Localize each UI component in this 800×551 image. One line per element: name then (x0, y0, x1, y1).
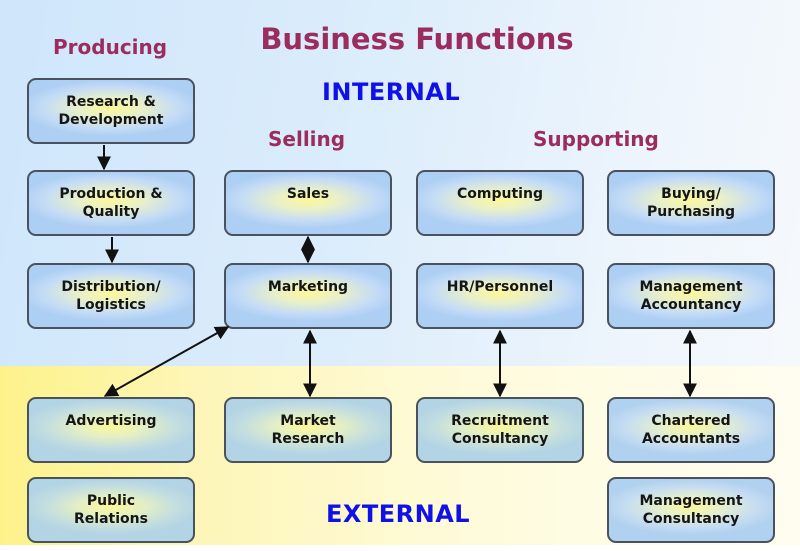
box-sales: Sales (224, 170, 392, 236)
box-label: HR/Personnel (446, 279, 554, 295)
box-buying-purchasing: Buying/ Purchasing (607, 170, 775, 236)
zone-label-external: EXTERNAL (326, 500, 471, 528)
box-label: Production & Quality (59, 186, 163, 220)
box-label: Computing (457, 186, 543, 202)
bottom-margin (0, 545, 800, 551)
section-heading-selling: Selling (268, 127, 346, 151)
box-computing: Computing (416, 170, 584, 236)
box-market-research: Market Research (224, 397, 392, 463)
box-label: Marketing (267, 279, 349, 295)
zone-label-internal: INTERNAL (322, 78, 461, 106)
box-advertising: Advertising (27, 397, 195, 463)
box-label: Management Consultancy (639, 493, 743, 527)
box-label: Sales (286, 186, 330, 202)
box-label: Advertising (65, 413, 157, 429)
box-research-development: Research & Development (27, 78, 195, 144)
section-heading-supporting: Supporting (533, 127, 659, 151)
box-management-consultancy: Management Consultancy (607, 477, 775, 543)
box-label: Research & Development (58, 94, 164, 128)
box-label: Public Relations (74, 493, 148, 527)
box-distribution-logistics: Distribution/ Logistics (27, 263, 195, 329)
box-label: Chartered Accountants (641, 413, 741, 447)
box-production-quality: Production & Quality (27, 170, 195, 236)
box-recruitment-consultancy: Recruitment Consultancy (416, 397, 584, 463)
box-public-relations: Public Relations (27, 477, 195, 543)
box-label: Distribution/ Logistics (61, 279, 161, 313)
box-label: Management Accountancy (639, 279, 743, 313)
box-chartered-accountants: Chartered Accountants (607, 397, 775, 463)
box-marketing: Marketing (224, 263, 392, 329)
box-hr-personnel: HR/Personnel (416, 263, 584, 329)
section-heading-producing: Producing (53, 35, 168, 59)
box-management-accountancy: Management Accountancy (607, 263, 775, 329)
box-label: Market Research (271, 413, 345, 447)
box-label: Recruitment Consultancy (451, 413, 549, 447)
box-label: Buying/ Purchasing (647, 186, 735, 220)
